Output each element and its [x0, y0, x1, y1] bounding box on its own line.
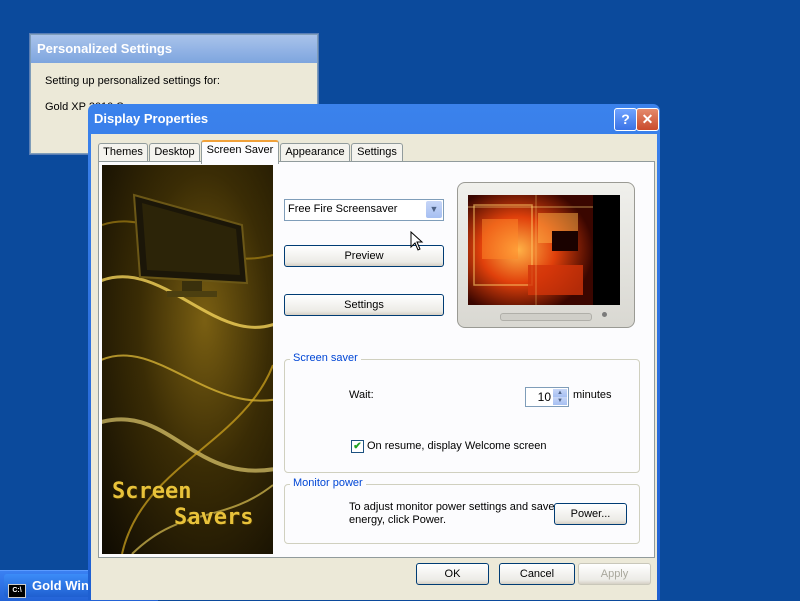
monitor-power-group-label: Monitor power	[290, 477, 366, 489]
display-properties-dialog: Display Properties ? ✕ Themes Desktop Sc…	[88, 104, 660, 600]
cancel-button[interactable]: Cancel	[499, 563, 575, 585]
fire-preview-graphic	[468, 195, 593, 305]
wait-label: Wait:	[349, 389, 374, 401]
artwork-text-line2: Savers	[174, 505, 254, 530]
minutes-label: minutes	[573, 389, 612, 401]
mouse-cursor-icon	[410, 231, 424, 251]
checkmark-icon: ✔	[353, 441, 362, 452]
chevron-down-icon[interactable]: ▼	[426, 201, 442, 218]
power-button[interactable]: Power...	[554, 503, 627, 525]
spin-down-icon[interactable]: ▼	[553, 397, 567, 405]
screen-savers-artwork: Screen Savers	[102, 165, 273, 554]
tab-themes[interactable]: Themes	[98, 143, 148, 162]
screensaver-select[interactable]: Free Fire Screensaver ▼	[284, 199, 444, 221]
tab-settings[interactable]: Settings	[351, 143, 403, 162]
monitor-power-text-line2: energy, click Power.	[349, 514, 447, 526]
monitor-preview-screen	[468, 195, 620, 305]
tab-desktop[interactable]: Desktop	[149, 143, 200, 162]
apply-button[interactable]: Apply	[578, 563, 651, 585]
dialog-title: Display Properties	[94, 111, 209, 126]
close-button[interactable]: ✕	[636, 108, 659, 131]
screen-saver-group: Screen saver Wait: 10 ▲ ▼ minutes ✔ On r…	[284, 352, 640, 473]
help-button[interactable]: ?	[614, 108, 637, 131]
wait-minutes-spinner[interactable]: 10 ▲ ▼	[525, 387, 569, 407]
monitor-preview-stand	[500, 313, 592, 321]
personalized-settings-line1: Setting up personalized settings for:	[45, 75, 220, 87]
welcome-screen-checkbox[interactable]: ✔	[351, 440, 364, 453]
screen-saver-group-label: Screen saver	[290, 352, 361, 364]
screensaver-select-value: Free Fire Screensaver	[288, 203, 398, 215]
artwork-text-line1: Screen	[112, 479, 192, 504]
tab-screen-saver[interactable]: Screen Saver	[201, 140, 279, 164]
wait-minutes-value[interactable]: 10	[538, 390, 551, 404]
monitor-power-text-line1: To adjust monitor power settings and sav…	[349, 501, 555, 513]
spin-up-icon[interactable]: ▲	[553, 389, 567, 397]
screen-saver-panel: Screen Savers Free Fire Screensaver ▼ Pr…	[98, 161, 655, 558]
ok-button[interactable]: OK	[416, 563, 489, 585]
personalized-settings-title: Personalized Settings	[31, 35, 317, 63]
tab-appearance[interactable]: Appearance	[280, 143, 350, 162]
dialog-client-area: Themes Desktop Screen Saver Appearance S…	[91, 134, 657, 600]
power-led-icon	[602, 312, 607, 317]
cmd-icon: C:\	[8, 584, 26, 598]
screensaver-settings-button[interactable]: Settings	[284, 294, 444, 316]
welcome-screen-checkbox-label[interactable]: On resume, display Welcome screen	[367, 440, 547, 452]
monitor-preview	[457, 182, 635, 328]
